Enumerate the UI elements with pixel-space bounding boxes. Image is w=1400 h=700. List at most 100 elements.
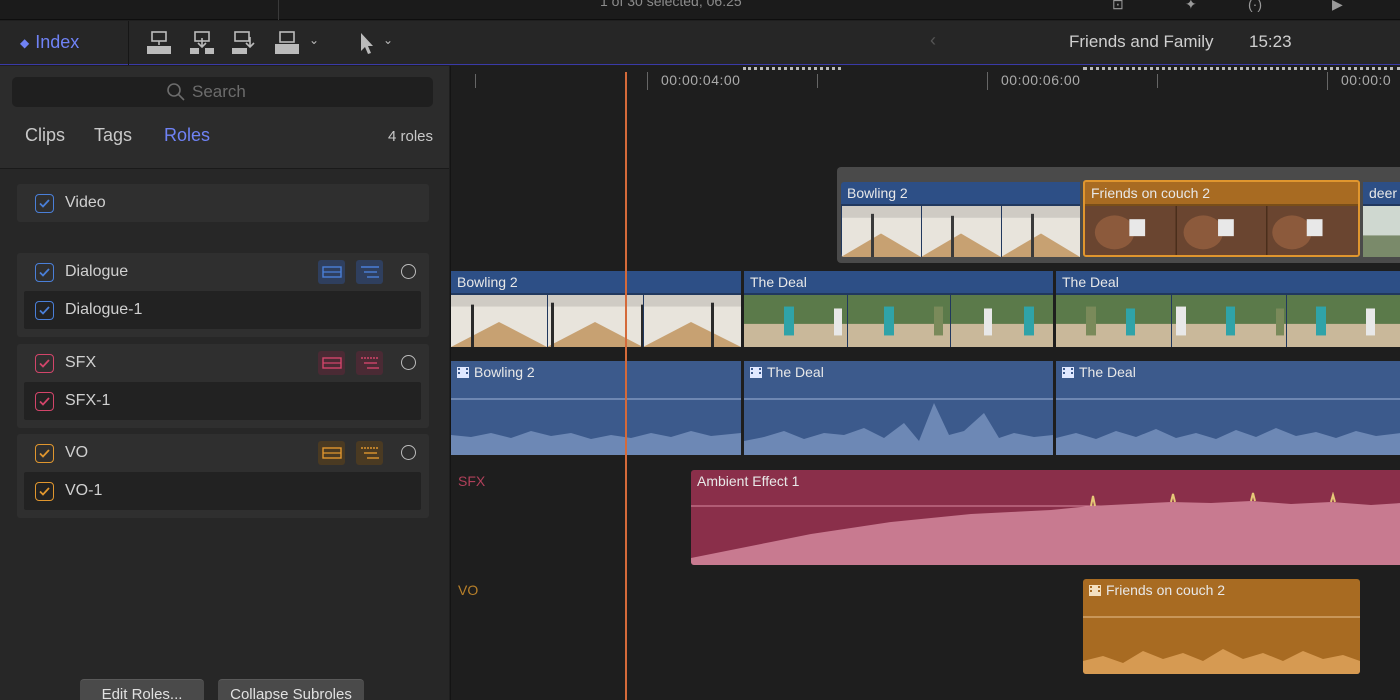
- clip-title: The Deal: [767, 364, 824, 380]
- lane-toggle-icon[interactable]: [318, 260, 345, 284]
- clip-title: The Deal: [750, 274, 807, 290]
- timeline-ruler[interactable]: 00:00:04:00 00:00:06:00 00:00:0: [451, 66, 1400, 96]
- film-icon: [1089, 585, 1101, 596]
- filmstrip: [1085, 204, 1358, 255]
- role-label: VO: [65, 444, 89, 461]
- role-row[interactable]: SFX: [17, 344, 429, 382]
- focus-radio[interactable]: [401, 445, 416, 460]
- primary-clip[interactable]: Bowling 2: [451, 271, 741, 347]
- playhead[interactable]: [625, 72, 627, 700]
- audio-clip[interactable]: The Deal: [744, 361, 1053, 455]
- append-clip-icon[interactable]: [230, 29, 258, 57]
- subrole-lanes-icon[interactable]: [356, 351, 383, 375]
- index-button[interactable]: ◆ Index: [20, 32, 79, 53]
- ruler-tick: [817, 74, 818, 88]
- filmstrip: [451, 293, 741, 347]
- clip-title: Ambient Effect 1: [697, 473, 800, 489]
- audio-clip-sfx[interactable]: Ambient Effect 1: [691, 470, 1400, 565]
- clip-title: Friends on couch 2: [1091, 185, 1211, 201]
- connected-clip[interactable]: Friends on couch 2: [1083, 180, 1360, 257]
- role-row[interactable]: Video: [17, 184, 429, 222]
- subrole-row[interactable]: VO-1: [24, 472, 421, 510]
- filmstrip: [744, 293, 1053, 347]
- selection-status: 1 of 30 selected, 06:25: [600, 0, 742, 9]
- lane-label-sfx: SFX: [458, 473, 486, 489]
- checkbox[interactable]: [35, 262, 54, 282]
- role-label: Video: [65, 194, 106, 211]
- connected-clip[interactable]: Bowling 2: [841, 182, 1080, 257]
- focus-radio[interactable]: [401, 355, 416, 370]
- filmstrip: [1056, 293, 1400, 347]
- play-icon[interactable]: ▶: [1332, 0, 1343, 13]
- focus-radio[interactable]: [401, 264, 416, 279]
- effects-icon[interactable]: (·): [1248, 0, 1262, 12]
- waveform: [744, 398, 1053, 455]
- chevron-down-icon[interactable]: ⌄: [309, 33, 319, 47]
- tab-tags[interactable]: Tags: [94, 125, 132, 146]
- audio-clip[interactable]: The Deal: [1056, 361, 1400, 455]
- filmstrip-thumbnail: [1056, 295, 1400, 347]
- checkbox[interactable]: [35, 481, 54, 501]
- role-video: Video: [17, 184, 429, 222]
- checkbox[interactable]: [35, 443, 54, 463]
- checkbox[interactable]: [35, 193, 54, 213]
- collapse-subroles-button[interactable]: Collapse Subroles: [218, 679, 364, 700]
- magic-icon[interactable]: ✦: [1185, 0, 1197, 13]
- select-tool-icon[interactable]: [352, 29, 380, 57]
- clip-title-row: The Deal: [1062, 364, 1136, 380]
- primary-clip[interactable]: The Deal: [744, 271, 1053, 347]
- clip-title: The Deal: [1079, 364, 1136, 380]
- role-dialogue: Dialogue Dialogue-1: [17, 253, 429, 337]
- role-label: Dialogue: [65, 263, 129, 280]
- waveform: [1083, 616, 1360, 674]
- waveform: [691, 492, 1400, 565]
- timecode-label: 00:00:0: [1341, 72, 1392, 88]
- project-duration: 15:23: [1249, 32, 1292, 51]
- clip-title: Bowling 2: [457, 274, 518, 290]
- filmstrip-thumbnail: [451, 295, 741, 347]
- filmstrip: [1363, 204, 1400, 257]
- connect-clip-icon[interactable]: [145, 29, 173, 57]
- clip-title-row: The Deal: [750, 364, 824, 380]
- subrole-label: VO-1: [65, 482, 103, 499]
- audio-clip-vo[interactable]: Friends on couch 2: [1083, 579, 1360, 674]
- filmstrip-thumbnail: [841, 206, 1080, 257]
- checkbox[interactable]: [35, 300, 54, 320]
- ruler-tick: [475, 74, 476, 88]
- subrole-row[interactable]: SFX-1: [24, 382, 421, 420]
- film-icon: [750, 367, 762, 378]
- search-input[interactable]: [192, 80, 412, 104]
- clip-title-row: Friends on couch 2: [1089, 582, 1225, 598]
- primary-clip[interactable]: The Deal: [1056, 271, 1400, 347]
- ruler-tick: [1157, 74, 1158, 88]
- checkbox[interactable]: [35, 353, 54, 373]
- tab-clips[interactable]: Clips: [25, 125, 65, 146]
- audio-clip[interactable]: Bowling 2: [451, 361, 741, 455]
- clip-title-row: Bowling 2: [457, 364, 535, 380]
- timeline[interactable]: 00:00:04:00 00:00:06:00 00:00:0 Bowling …: [450, 66, 1400, 700]
- role-label: SFX: [65, 354, 97, 371]
- lane-toggle-icon[interactable]: [318, 441, 345, 465]
- role-row[interactable]: Dialogue: [17, 253, 429, 291]
- search-field[interactable]: [12, 77, 433, 107]
- subrole-lanes-icon[interactable]: [356, 441, 383, 465]
- overwrite-clip-icon[interactable]: [273, 29, 301, 57]
- role-sfx: SFX SFX-1: [17, 344, 429, 428]
- search-icon: [167, 83, 185, 101]
- edit-roles-button[interactable]: Edit Roles...: [80, 679, 204, 700]
- clip-title: Bowling 2: [474, 364, 535, 380]
- tab-roles[interactable]: Roles: [164, 125, 210, 146]
- subrole-lanes-icon[interactable]: [356, 260, 383, 284]
- lane-toggle-icon[interactable]: [318, 351, 345, 375]
- checkbox[interactable]: [35, 391, 54, 411]
- insert-clip-icon[interactable]: [188, 29, 216, 57]
- back-arrow-icon[interactable]: ‹: [930, 30, 936, 51]
- role-vo: VO VO-1: [17, 434, 429, 518]
- connected-clip[interactable]: deer: [1363, 182, 1400, 257]
- filmstrip-thumbnail: [1363, 206, 1400, 257]
- waveform: [451, 398, 741, 455]
- subrole-row[interactable]: Dialogue-1: [24, 291, 421, 329]
- transform-icon[interactable]: ⊡: [1112, 0, 1124, 13]
- role-row[interactable]: VO: [17, 434, 429, 472]
- chevron-down-icon[interactable]: ⌄: [383, 33, 393, 47]
